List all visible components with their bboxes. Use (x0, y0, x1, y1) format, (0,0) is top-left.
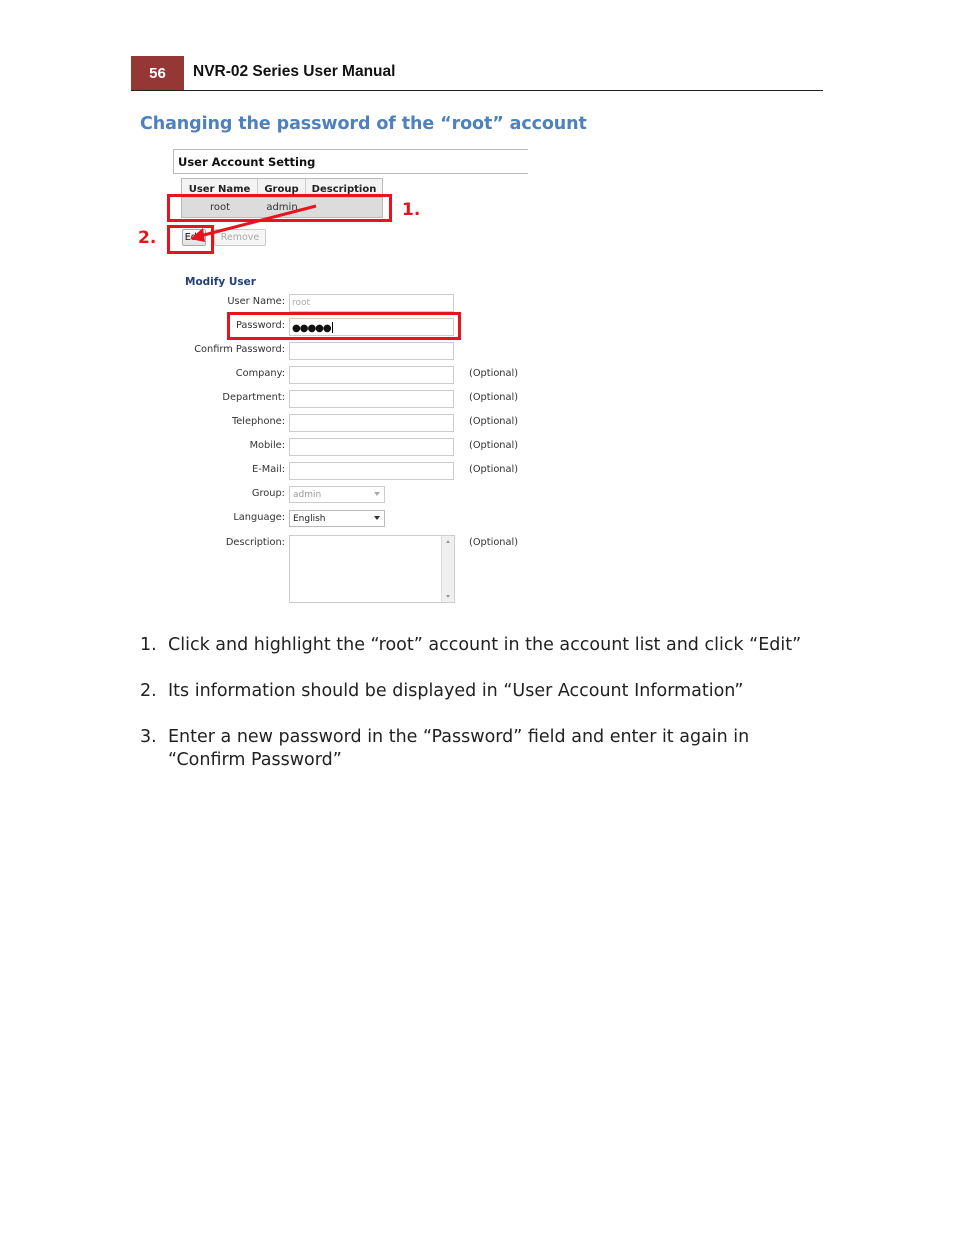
telephone-input[interactable] (289, 414, 454, 432)
field-row-user-name: User Name: root (150, 294, 550, 312)
language-label: Language: (233, 512, 285, 523)
field-row-mobile: Mobile: (Optional) (150, 438, 550, 456)
mobile-input[interactable] (289, 438, 454, 456)
steps-list: 1. Click and highlight the “root” accoun… (140, 634, 820, 795)
annotation-marker-1: 1. (402, 200, 421, 220)
group-label: Group: (251, 488, 285, 499)
page-number: 56 (131, 56, 184, 91)
step-number: 2. (140, 681, 157, 701)
company-optional-note: (Optional) (469, 368, 519, 379)
list-item: 3. Enter a new password in the “Password… (140, 726, 820, 772)
language-select[interactable]: English (289, 510, 385, 527)
panel-title: User Account Setting (178, 155, 316, 169)
annotation-arrow-icon (190, 204, 317, 242)
company-input[interactable] (289, 366, 454, 384)
field-row-company: Company: (Optional) (150, 366, 550, 384)
mobile-label: Mobile: (249, 440, 285, 451)
department-label: Department: (222, 392, 285, 403)
annotation-marker-2: 2. (138, 228, 157, 248)
language-select-value: English (293, 514, 326, 524)
confirm-password-label: Confirm Password: (194, 344, 285, 355)
description-optional-note: (Optional) (469, 537, 519, 548)
scroll-down-icon[interactable] (446, 595, 450, 598)
telephone-label: Telephone: (231, 416, 285, 427)
field-row-language: Language: English (150, 510, 550, 528)
field-row-department: Department: (Optional) (150, 390, 550, 408)
highlight-box-root-row (167, 194, 392, 222)
chevron-down-icon (374, 516, 380, 520)
group-select[interactable]: admin (289, 486, 385, 503)
step-number: 3. (140, 727, 157, 747)
field-row-email: E-Mail: (Optional) (150, 462, 550, 480)
manual-title: NVR-02 Series User Manual (193, 63, 396, 80)
mobile-optional-note: (Optional) (469, 440, 519, 451)
description-textarea[interactable] (289, 535, 455, 603)
step-text: Click and highlight the “root” account i… (168, 635, 802, 655)
email-optional-note: (Optional) (469, 464, 519, 475)
list-item: 1. Click and highlight the “root” accoun… (140, 634, 820, 657)
field-row-confirm-password: Confirm Password: (150, 342, 550, 360)
email-label: E-Mail: (252, 464, 285, 475)
field-row-group: Group: admin (150, 486, 550, 504)
highlight-box-edit-button (167, 225, 214, 254)
description-label: Description: (225, 537, 285, 548)
group-select-value: admin (293, 490, 322, 500)
department-input[interactable] (289, 390, 454, 408)
user-account-setting-panel-header: User Account Setting (173, 149, 528, 174)
field-row-telephone: Telephone: (Optional) (150, 414, 550, 432)
scroll-up-icon[interactable] (446, 540, 450, 543)
modify-user-title: Modify User (185, 276, 256, 288)
step-text: Its information should be displayed in “… (168, 681, 744, 701)
chevron-down-icon (374, 492, 380, 496)
company-label: Company: (235, 368, 285, 379)
user-name-input[interactable]: root (289, 294, 454, 312)
step-number: 1. (140, 635, 157, 655)
description-scrollbar[interactable] (441, 536, 454, 602)
list-item: 2. Its information should be displayed i… (140, 680, 820, 703)
field-row-description: Description: (Optional) (150, 535, 550, 603)
step-text: Enter a new password in the “Password” f… (168, 727, 750, 770)
highlight-box-password (227, 312, 461, 340)
email-input[interactable] (289, 462, 454, 480)
telephone-optional-note: (Optional) (469, 416, 519, 427)
confirm-password-input[interactable] (289, 342, 454, 360)
department-optional-note: (Optional) (469, 392, 519, 403)
user-name-label: User Name: (227, 296, 285, 307)
remove-button[interactable]: Remove (214, 229, 266, 246)
header-divider (131, 90, 823, 91)
section-title: Changing the password of the “root” acco… (140, 114, 587, 134)
